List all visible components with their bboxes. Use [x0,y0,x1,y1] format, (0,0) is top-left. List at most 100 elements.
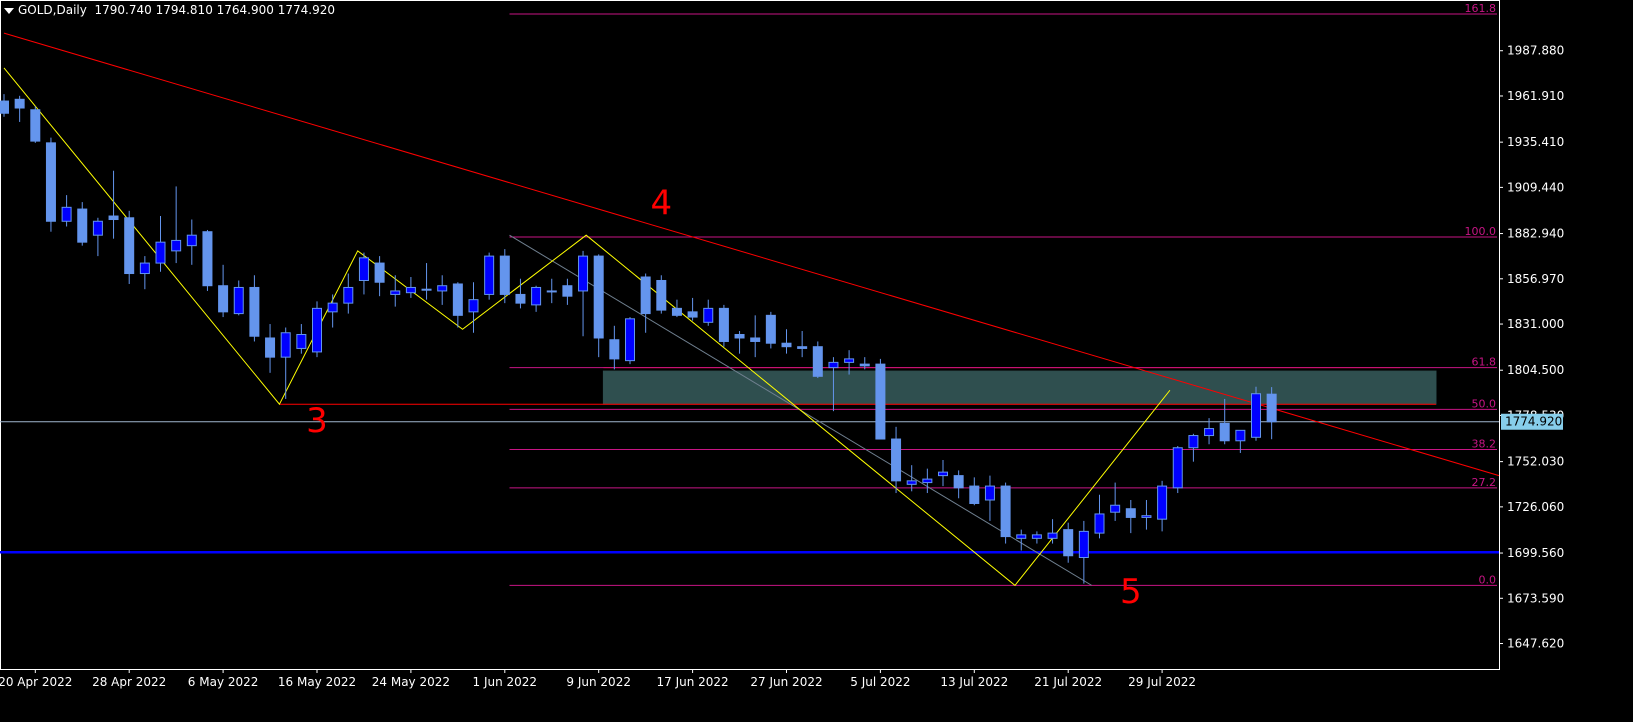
candle-body [984,485,995,501]
candle-body [640,276,651,315]
candle [922,468,933,494]
candle [484,252,495,300]
candle [405,277,416,298]
candle [327,294,338,328]
candle-body [499,255,510,295]
candle [1188,433,1199,462]
candle-body [61,206,72,222]
candle-body [953,475,964,489]
y-tick-label: 1726.060 [1507,500,1564,514]
x-tick-label: 1 Jun 2022 [473,675,538,689]
current-price-label: 1774.920 [1505,415,1562,429]
candle-body [124,217,135,275]
candle-body [421,288,432,291]
candle-body [1251,393,1261,438]
wave-label: 4 [650,183,672,223]
candle-body [390,290,401,295]
candle [1141,500,1152,530]
candle [984,475,995,521]
candle-body [468,299,479,313]
candle-body [108,215,119,221]
candle-body [1219,422,1230,442]
candle-body [358,257,369,281]
candle-body [171,239,182,252]
candle-body [139,262,150,275]
candle-body [296,334,307,349]
candle-body [718,307,729,342]
price-chart[interactable]: 161.8 100.0 61.8 50.0 38.2 27.2 0.0 3 4 5 1987.880… [0,0,1633,722]
candle-body [515,293,526,304]
candle-body [844,358,855,363]
wave-label: 5 [1120,572,1142,612]
candle [186,219,197,265]
candle [343,273,354,314]
candle [609,325,620,370]
candle [218,264,229,318]
candle [703,299,714,326]
fib-level-label: 50.0 [1472,397,1497,410]
candle-body [969,485,980,504]
candle-body [30,109,41,142]
candle-body [734,334,745,339]
candle [1000,482,1011,544]
candle [656,275,667,314]
y-tick-label: 1856.970 [1507,272,1564,286]
y-tick-label: 1961.910 [1507,89,1564,103]
candle [562,278,573,305]
y-tick-label: 1935.410 [1507,135,1564,149]
candle-body [343,286,354,304]
candle-body [1094,513,1105,534]
candle-body [1110,504,1121,513]
candle-body [625,318,635,362]
candle [171,186,182,264]
plot-frame [0,0,1500,670]
candle [390,275,401,307]
candle [1172,446,1183,494]
candle-body [1000,485,1011,538]
candle [202,229,213,291]
y-tick-label: 1647.620 [1507,637,1564,651]
candle [312,301,322,358]
chevron-down-icon[interactable] [4,7,14,14]
candle [781,329,792,354]
supply-zone [602,370,1437,405]
y-tick-label: 1909.440 [1507,180,1564,194]
candle-body [578,255,589,292]
candle [969,477,980,506]
candle-body [828,361,839,369]
candle-body [1031,534,1042,539]
candle-body [812,346,823,377]
candle-body [609,339,620,360]
candle-body [703,307,714,323]
candle-body [1125,508,1136,518]
candle [875,358,886,440]
candle [1031,531,1042,544]
candle [61,195,72,227]
y-tick-label: 1804.500 [1507,363,1564,377]
y-tick-label: 1752.030 [1507,455,1564,469]
candle [1110,482,1121,521]
fib-level-label: 38.2 [1472,437,1497,450]
candle-body [1235,429,1246,442]
x-tick-label: 28 Apr 2022 [92,675,166,689]
candle [593,254,604,358]
wave-label: 3 [306,401,328,441]
x-tick-label: 6 May 2022 [188,675,259,689]
candle-body [202,231,213,287]
candle [531,285,542,312]
x-tick-label: 20 Apr 2022 [0,675,72,689]
y-tick-label: 1882.940 [1507,227,1564,241]
candle [358,252,369,295]
candle [1266,387,1277,440]
x-tick-label: 27 Jun 2022 [750,675,822,689]
candle-body [781,342,792,348]
y-tick-label: 1673.590 [1507,591,1564,605]
fib-level-label: 27.2 [1472,476,1497,489]
candle-body [405,286,416,294]
candle-body [14,98,25,109]
fib-level-label: 0.0 [1479,573,1497,586]
fib-level-label: 161.8 [1465,2,1497,15]
candle-body [249,286,260,337]
candle-body [437,285,448,292]
candle-body [859,363,870,367]
